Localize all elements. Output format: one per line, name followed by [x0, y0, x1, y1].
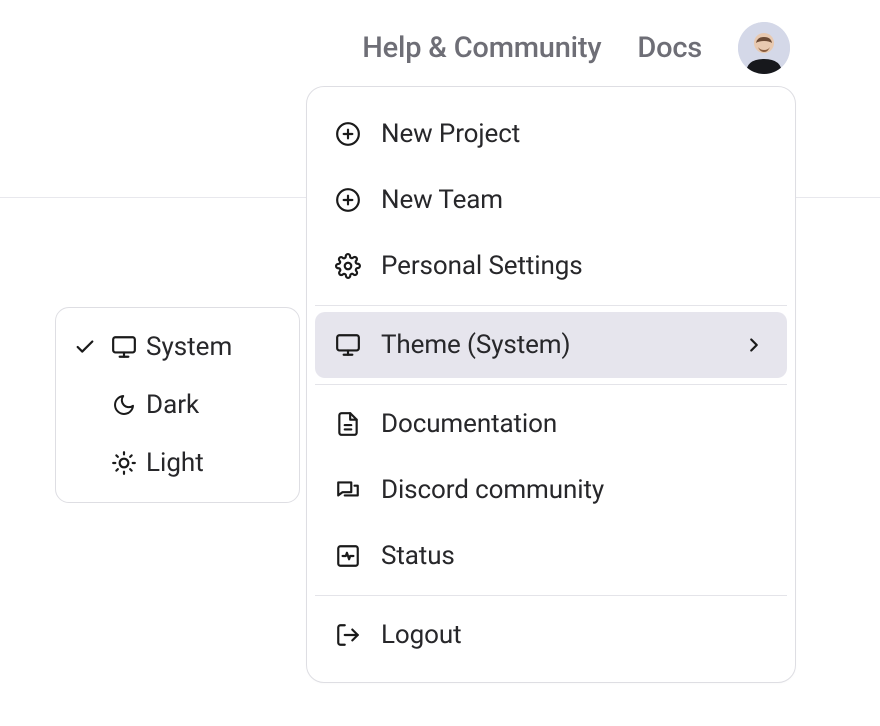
theme-option-system[interactable]: System: [62, 318, 293, 376]
plus-circle-icon: [335, 121, 361, 147]
help-community-link[interactable]: Help & Community: [362, 31, 601, 65]
top-navbar: Help & Community Docs: [0, 0, 880, 74]
menu-item-label: Documentation: [381, 409, 557, 439]
theme-option-label: Light: [146, 448, 283, 478]
chat-icon: [335, 477, 361, 503]
menu-item-label: New Project: [381, 119, 520, 149]
menu-item-new-project[interactable]: New Project: [315, 101, 787, 167]
moon-icon: [106, 393, 142, 417]
menu-item-label: New Team: [381, 185, 503, 215]
chevron-right-icon: [741, 332, 767, 358]
menu-item-logout[interactable]: Logout: [315, 602, 787, 668]
file-text-icon: [335, 411, 361, 437]
monitor-icon: [335, 332, 361, 358]
monitor-icon: [106, 334, 142, 360]
sun-icon: [106, 450, 142, 476]
theme-submenu: System Dark Light: [55, 307, 300, 503]
menu-separator: [315, 305, 787, 306]
plus-circle-icon: [335, 187, 361, 213]
user-avatar[interactable]: [738, 22, 790, 74]
check-icon: [68, 336, 102, 358]
menu-item-new-team[interactable]: New Team: [315, 167, 787, 233]
theme-option-dark[interactable]: Dark: [62, 376, 293, 434]
logout-icon: [335, 622, 361, 648]
menu-item-theme[interactable]: Theme (System): [315, 312, 787, 378]
menu-item-label: Theme (System): [381, 330, 570, 360]
menu-item-personal-settings[interactable]: Personal Settings: [315, 233, 787, 299]
menu-item-discord[interactable]: Discord community: [315, 457, 787, 523]
user-dropdown-menu: New Project New Team Personal Settings T…: [306, 86, 796, 683]
gear-icon: [335, 253, 361, 279]
docs-link[interactable]: Docs: [637, 31, 702, 65]
menu-item-label: Status: [381, 541, 455, 571]
activity-icon: [335, 543, 361, 569]
theme-option-label: System: [146, 332, 283, 362]
menu-item-label: Logout: [381, 620, 462, 650]
menu-separator: [315, 384, 787, 385]
theme-option-light[interactable]: Light: [62, 434, 293, 492]
menu-item-status[interactable]: Status: [315, 523, 787, 589]
menu-item-documentation[interactable]: Documentation: [315, 391, 787, 457]
theme-option-label: Dark: [146, 390, 283, 420]
menu-separator: [315, 595, 787, 596]
menu-item-label: Personal Settings: [381, 251, 583, 281]
menu-item-label: Discord community: [381, 475, 604, 505]
